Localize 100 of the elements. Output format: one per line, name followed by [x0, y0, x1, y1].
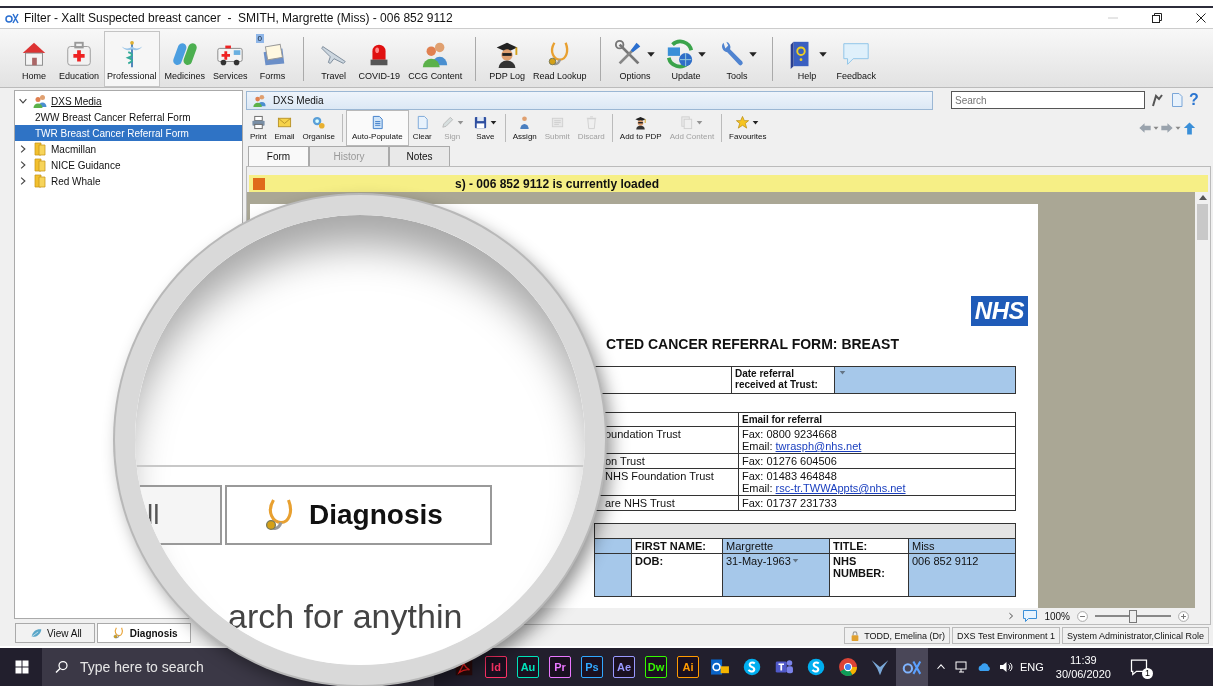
toolbar-button[interactable]: Favourites — [725, 112, 771, 144]
ribbon-button[interactable]: Options — [610, 31, 660, 87]
network-icon[interactable] — [954, 659, 970, 675]
restore-icon[interactable] — [1149, 10, 1165, 26]
windows-logo-icon[interactable] — [14, 659, 30, 675]
search-icon — [54, 659, 70, 675]
header-title: DXS Media — [273, 94, 324, 106]
tree-item[interactable]: DXS Media — [15, 93, 242, 109]
search-field[interactable]: Search — [951, 91, 1145, 109]
slider-thumb[interactable] — [1129, 609, 1137, 623]
speaker-icon[interactable] — [998, 659, 1014, 675]
ribbon-button[interactable]: COVID-19 — [355, 31, 404, 87]
dropdown-arrow-icon — [838, 368, 847, 377]
documents-icon — [679, 115, 695, 130]
notification-icon[interactable] — [1128, 657, 1149, 677]
ribbon-button[interactable]: Professional — [104, 31, 160, 87]
ribbon-button[interactable]: Update — [661, 31, 711, 87]
folder-icon — [32, 141, 48, 157]
taskbar-app-icon[interactable]: Au — [517, 656, 539, 678]
graduate-icon — [633, 115, 649, 130]
taskbar-app-icon[interactable]: Dw — [645, 656, 667, 678]
ribbon-button[interactable]: CCG Content — [405, 31, 466, 87]
panel-tab[interactable]: View All — [15, 623, 95, 643]
people-icon — [252, 92, 267, 108]
magnified-search-text: arch for anythin — [228, 597, 463, 636]
ribbon-button[interactable]: Education — [56, 31, 103, 87]
field-label: Date referral received at Trust: — [731, 366, 835, 394]
fax-number: Fax: 01483 464848 — [742, 470, 838, 482]
ribbon-button[interactable]: Home — [14, 31, 54, 87]
field-label: FIRST NAME: — [635, 540, 706, 552]
toolbar-button[interactable]: Email — [270, 112, 299, 144]
email-link[interactable]: rsc-tr.TWWAppts@nhs.net — [775, 482, 906, 494]
toolbar-button[interactable]: Organise — [298, 112, 339, 144]
ribbon-button[interactable]: Help — [782, 31, 832, 87]
tab[interactable]: Notes — [389, 146, 450, 166]
browser-icon[interactable] — [837, 656, 859, 678]
panel-tab[interactable]: Diagnosis — [96, 623, 191, 643]
ribbon-button[interactable]: PDP Log — [486, 31, 528, 87]
status-text: System Administrator,Clinical Role — [1066, 630, 1204, 641]
taskbar-app-icon[interactable]: Ae — [613, 656, 635, 678]
chat-app-icon[interactable] — [741, 656, 763, 678]
toolbar-button[interactable]: Add to PDP — [615, 112, 666, 144]
language-indicator[interactable]: ENG — [1020, 661, 1044, 673]
taskbar-app-icon[interactable]: Pr — [549, 656, 571, 678]
toolbar-button[interactable]: Print — [246, 112, 271, 144]
email-link[interactable]: twrasph@nhs.net — [775, 440, 862, 452]
ribbon-button[interactable]: Feedback — [833, 31, 880, 87]
input-field[interactable] — [594, 553, 632, 597]
fax-number: Fax: 01276 604506 — [742, 455, 838, 467]
tree-item[interactable]: 2WW Breast Cancer Referral Form — [15, 109, 242, 125]
toolbar-button[interactable]: Assign — [508, 112, 541, 144]
mail-app-icon[interactable] — [709, 656, 731, 678]
tree-item[interactable]: TWR Breast Cancer Referral Form — [15, 125, 242, 141]
scrollbar-thumb[interactable] — [1197, 204, 1208, 240]
toolbar-button[interactable]: Clear — [408, 112, 436, 144]
printer-icon — [250, 115, 266, 130]
form-title: CTED CANCER REFERRAL FORM: BREAST — [606, 336, 900, 352]
first-aid-kit-icon — [64, 39, 94, 69]
tree-item[interactable]: Red Whale — [15, 173, 242, 189]
ribbon-button[interactable]: 0 Forms — [252, 31, 293, 87]
trust-name: NHS Foundation Trust — [605, 470, 714, 482]
toolbar-button[interactable]: Auto-Populate — [345, 110, 409, 146]
taskbar-app-icon[interactable]: Ps — [581, 656, 603, 678]
ribbon-button[interactable]: Read Lookup — [530, 31, 590, 87]
tree-item[interactable]: Macmillan — [15, 141, 242, 157]
people-icon — [32, 93, 48, 109]
zoom-in-icon[interactable] — [1177, 609, 1190, 623]
magnified-tab[interactable]: Diagnosis — [225, 485, 492, 545]
email-label: Email: — [742, 482, 773, 494]
help-icon[interactable]: ? — [1189, 92, 1199, 108]
date-field[interactable] — [834, 366, 1016, 394]
folder-icon — [32, 173, 48, 189]
field-label: NHS NUMBER: — [833, 555, 885, 579]
ribbon-button[interactable]: Tools — [712, 31, 762, 87]
taskbar-app-icon[interactable]: Id — [485, 656, 507, 678]
zoom-out-icon[interactable] — [1076, 609, 1089, 623]
taskbar-app-icon[interactable]: Ai — [677, 656, 699, 678]
count-badge: 0 — [255, 34, 265, 43]
toolbar-button[interactable]: Save — [468, 112, 502, 144]
clock-time[interactable]: 11:39 — [1070, 653, 1097, 667]
chat-app-icon[interactable] — [805, 656, 827, 678]
fax-number: Fax: 01737 231733 — [742, 497, 838, 509]
leaf-icon — [30, 626, 43, 640]
ribbon-button[interactable]: Medicines — [161, 31, 209, 87]
ribbon-button[interactable]: Services — [210, 31, 251, 87]
comment-icon[interactable] — [1022, 608, 1039, 624]
tree-item[interactable]: NICE Guidance — [15, 157, 242, 173]
field-label: DOB: — [635, 555, 664, 567]
envelope-icon — [276, 115, 292, 130]
input-field[interactable]: 006 852 9112 — [908, 553, 1016, 597]
caret-icon — [1174, 124, 1182, 132]
up-arrow-icon[interactable] — [1182, 120, 1197, 136]
trust-name: are NHS Trust — [605, 497, 675, 509]
email-label: Email: — [742, 440, 773, 452]
tab[interactable]: Form — [248, 146, 309, 166]
notification-count: 1 — [1141, 668, 1153, 679]
clock-date[interactable]: 30/06/2020 — [1055, 667, 1111, 681]
status-text: TODD, Emelina (Dr) — [864, 630, 946, 641]
input-field[interactable]: 31-May-1963 — [722, 553, 830, 597]
ribbon-button[interactable]: Travel — [313, 31, 354, 87]
